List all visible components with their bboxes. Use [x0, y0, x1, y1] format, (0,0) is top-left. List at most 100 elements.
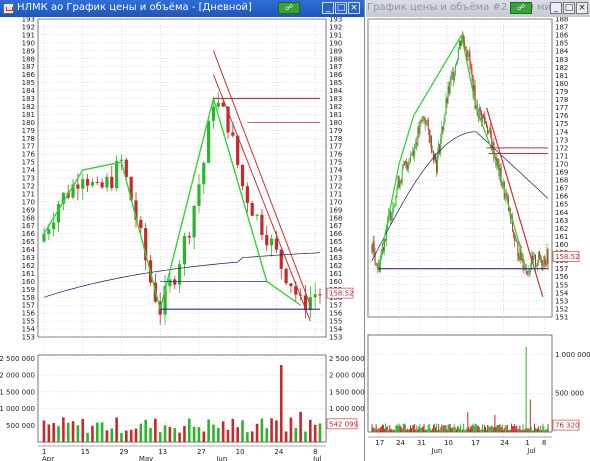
volume-bar: [485, 426, 487, 432]
candle-body: [506, 196, 508, 198]
volume-bar: [540, 425, 542, 432]
candle-body: [250, 202, 254, 216]
candle-body: [414, 143, 416, 157]
volume-bar: [429, 428, 431, 432]
volume-bar: [420, 427, 422, 432]
price-tick-left: 153: [22, 334, 35, 342]
volume-bar: [246, 432, 249, 442]
volume-bar: [436, 423, 438, 432]
candle-body: [458, 40, 460, 50]
volume-bar: [542, 423, 544, 432]
volume-bar: [81, 418, 85, 442]
volume-bar: [231, 418, 235, 442]
volume-bar: [544, 430, 546, 432]
candle-body: [442, 126, 444, 131]
candle-body: [399, 180, 401, 188]
price-tick-right: 177: [555, 104, 568, 112]
price-tick-left: 192: [22, 23, 35, 31]
volume-bar: [380, 426, 382, 432]
candle-body: [481, 114, 483, 122]
volume-bar: [250, 431, 254, 442]
candle-body: [468, 51, 470, 57]
daily-window-titlebar[interactable]: НЛМК ао График цены и объёма - [Дневной]…: [0, 0, 364, 17]
candle-body: [441, 126, 443, 139]
volume-bar: [197, 427, 201, 442]
candle-body: [447, 86, 449, 103]
minimize-button[interactable]: _: [322, 2, 334, 14]
volume-bar: [480, 429, 482, 432]
volume-bar: [265, 428, 269, 442]
price-tick-left: 189: [22, 47, 35, 55]
volume-bar: [450, 427, 452, 432]
volume-bar: [438, 424, 440, 432]
volume-bar: [430, 430, 432, 432]
candle-body: [318, 294, 322, 296]
month-label: Jun: [215, 455, 227, 461]
candle-body: [400, 180, 402, 183]
candle-body: [436, 160, 438, 173]
price-tick-right: 181: [329, 111, 342, 119]
hourly-window-titlebar[interactable]: График цены и объёма #2 - [60 минут] ☍ _…: [366, 0, 590, 17]
price-tick-right: 169: [555, 169, 568, 177]
volume-bar: [547, 423, 549, 432]
volume-bar: [444, 425, 446, 432]
candle-body: [47, 229, 51, 234]
candle-body: [430, 135, 432, 153]
volume-bar: [490, 426, 492, 432]
candle-body: [445, 98, 447, 115]
volume-bar: [478, 427, 480, 432]
candle-body: [376, 265, 378, 268]
price-tick-left: 169: [22, 206, 35, 214]
volume-bar: [502, 429, 504, 432]
minimize-button[interactable]: _: [550, 2, 562, 14]
volume-bar: [532, 430, 534, 432]
price-tick-right: 165: [555, 201, 568, 209]
link-chain-button[interactable]: ☍: [278, 2, 300, 14]
volume-bar: [519, 425, 521, 432]
link-chain-button[interactable]: ☍: [510, 2, 532, 14]
volume-bar: [498, 424, 500, 432]
maximize-button[interactable]: □: [335, 2, 347, 14]
candle-body: [394, 204, 396, 207]
price-tick-right: 174: [329, 167, 343, 175]
candle-body: [406, 165, 408, 169]
volume-bar: [492, 427, 494, 432]
price-tick-right: 163: [555, 217, 568, 225]
candle-body: [537, 263, 539, 266]
maximize-button[interactable]: □: [563, 2, 575, 14]
daily-chart-window: НЛМК ао График цены и объёма - [Дневной]…: [0, 0, 365, 461]
price-tick-right: 183: [329, 95, 342, 103]
candle-body: [207, 120, 211, 163]
price-tick-right: 166: [555, 193, 569, 201]
candle-body: [279, 249, 283, 269]
volume-bar: [404, 424, 406, 432]
daily-chart-canvas[interactable]: 193 193192 192191 191190 190189 189188 188187 1…: [0, 17, 364, 461]
volume-bar: [406, 428, 408, 432]
volume-bar: [543, 426, 545, 432]
volume-bar: [500, 427, 502, 432]
month-label: Apr: [42, 455, 54, 461]
volume-bar: [431, 428, 433, 432]
candle-body: [52, 222, 56, 230]
date-tick: 24: [500, 439, 509, 447]
volume-bar: [418, 426, 420, 432]
volume-bar: [100, 422, 104, 442]
volume-bar: [76, 425, 80, 442]
volume-bar: [400, 426, 402, 432]
price-tick-left: 185: [22, 79, 35, 87]
candle-body: [395, 195, 397, 205]
volume-bar: [483, 425, 485, 432]
candle-body: [211, 106, 216, 121]
price-tick-right: 187: [555, 24, 568, 32]
volume-bar: [217, 427, 220, 442]
candle-body: [289, 283, 293, 287]
candle-body: [372, 241, 374, 252]
close-icon[interactable]: ×: [576, 2, 588, 14]
candle-body: [397, 176, 399, 189]
price-tick-left: 168: [22, 214, 35, 222]
hourly-chart-canvas[interactable]: 1881871861851841831821811801791781771761…: [366, 17, 590, 461]
close-icon[interactable]: ×: [348, 2, 360, 14]
price-tick-left: 161: [22, 270, 35, 278]
candle-body: [182, 235, 187, 265]
volume-bar: [441, 424, 443, 432]
